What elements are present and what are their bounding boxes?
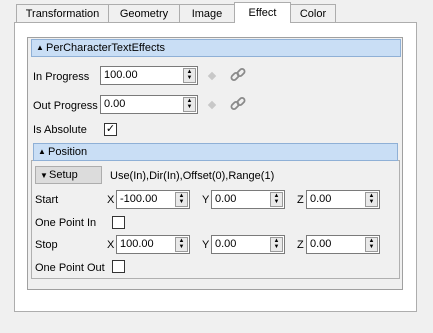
out-progress-label: Out Progress [33, 100, 98, 112]
start-z-spinbox[interactable]: 0.00 ▲ ▼ [306, 190, 380, 209]
in-progress-label: In Progress [33, 71, 90, 83]
setup-summary: Use(In),Dir(In),Offset(0),Range(1) [110, 170, 275, 182]
stop-z-label: Z [297, 239, 304, 251]
section-title: PerCharacterTextEffects [46, 42, 166, 54]
triangle-up-icon: ▲ [36, 43, 44, 52]
out-progress-value: 0.00 [104, 98, 126, 110]
checkmark-icon: ✓ [105, 123, 116, 135]
in-progress-spinbox[interactable]: 100.00 ▲ ▼ [100, 66, 198, 85]
one-point-in-label: One Point In [35, 217, 97, 229]
stop-z-spinbox[interactable]: 0.00 ▲ ▼ [306, 235, 380, 254]
stop-y-value: 0.00 [215, 238, 237, 250]
triangle-down-icon: ▼ [40, 171, 48, 180]
spin-down-icon[interactable]: ▼ [366, 199, 377, 205]
out-progress-spinbox[interactable]: 0.00 ▲ ▼ [100, 95, 198, 114]
start-y-label: Y [202, 194, 210, 206]
is-absolute-label: Is Absolute [33, 124, 87, 136]
stop-z-value: 0.00 [310, 238, 332, 250]
setup-label: Setup [49, 169, 78, 181]
stop-x-label: X [107, 239, 115, 251]
start-x-value: -100.00 [120, 193, 158, 205]
spin-down-icon[interactable]: ▼ [366, 244, 377, 250]
spin-arrows[interactable]: ▲ ▼ [175, 192, 188, 207]
start-x-spinbox[interactable]: -100.00 ▲ ▼ [116, 190, 190, 209]
stop-label: Stop [35, 239, 58, 251]
spin-arrows[interactable]: ▲ ▼ [183, 68, 196, 83]
setup-dropdown-button[interactable]: ▼Setup [35, 166, 102, 184]
spin-down-icon[interactable]: ▼ [184, 75, 195, 81]
tab-color[interactable]: Color [290, 4, 336, 22]
start-z-label: Z [297, 194, 304, 206]
start-x-label: X [107, 194, 115, 206]
stop-x-value: 100.00 [120, 238, 154, 250]
spin-down-icon[interactable]: ▼ [184, 104, 195, 110]
tab-transformation[interactable]: Transformation [16, 4, 109, 22]
chain-link-icon[interactable] [229, 66, 247, 84]
stop-y-spinbox[interactable]: 0.00 ▲ ▼ [211, 235, 285, 254]
tab-geometry[interactable]: Geometry [108, 4, 180, 22]
spin-arrows[interactable]: ▲ ▼ [270, 237, 283, 252]
spin-arrows[interactable]: ▲ ▼ [183, 97, 196, 112]
start-y-value: 0.00 [215, 193, 237, 205]
one-point-out-label: One Point Out [35, 262, 105, 274]
one-point-in-checkbox[interactable] [112, 216, 125, 229]
spin-arrows[interactable]: ▲ ▼ [270, 192, 283, 207]
tab-image[interactable]: Image [179, 4, 235, 22]
in-progress-value: 100.00 [104, 69, 138, 81]
is-absolute-checkbox[interactable]: ✓ [104, 123, 117, 136]
stop-x-spinbox[interactable]: 100.00 ▲ ▼ [116, 235, 190, 254]
stop-y-label: Y [202, 239, 210, 251]
spin-down-icon[interactable]: ▼ [176, 199, 187, 205]
per-character-text-effects-header[interactable]: ▲ PerCharacterTextEffects [31, 39, 401, 57]
chain-link-icon[interactable] [229, 95, 247, 113]
tab-effect[interactable]: Effect [234, 2, 291, 23]
start-label: Start [35, 194, 59, 206]
spin-arrows[interactable]: ▲ ▼ [365, 192, 378, 207]
start-z-value: 0.00 [310, 193, 332, 205]
spin-down-icon[interactable]: ▼ [271, 244, 282, 250]
start-y-spinbox[interactable]: 0.00 ▲ ▼ [211, 190, 285, 209]
triangle-up-icon: ▲ [38, 147, 46, 156]
spin-arrows[interactable]: ▲ ▼ [175, 237, 188, 252]
position-title: Position [48, 146, 88, 158]
spin-down-icon[interactable]: ▼ [176, 244, 187, 250]
spin-down-icon[interactable]: ▼ [271, 199, 282, 205]
spin-arrows[interactable]: ▲ ▼ [365, 237, 378, 252]
position-header[interactable]: ▲ Position [33, 143, 398, 161]
one-point-out-checkbox[interactable] [112, 260, 125, 273]
